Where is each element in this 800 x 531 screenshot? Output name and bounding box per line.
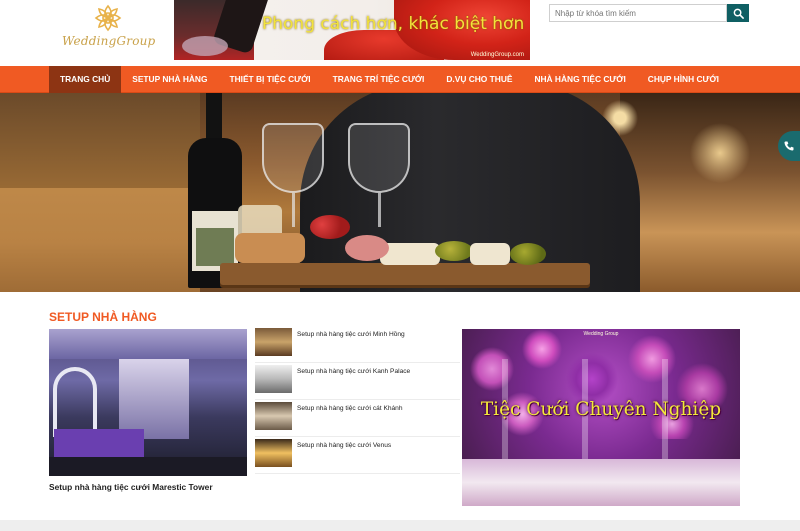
- logo-text: WeddingGroup: [62, 34, 156, 48]
- hero-bread: [235, 233, 305, 263]
- hero-cheese-2: [470, 243, 510, 265]
- search-button[interactable]: [727, 4, 749, 22]
- site-logo[interactable]: WeddingGroup: [62, 2, 156, 60]
- list-item[interactable]: Setup nhà hàng tiệc cưới cát Khánh: [255, 400, 460, 437]
- main-nav: TRANG CHỦ SETUP NHÀ HÀNG THIẾT BỊ TIỆC C…: [0, 66, 800, 93]
- banner-glass-image: [182, 36, 228, 56]
- list-item-thumbnail[interactable]: [255, 402, 292, 430]
- nav-item-trang-chu[interactable]: TRANG CHỦ: [49, 66, 122, 93]
- list-item-title[interactable]: Setup nhà hàng tiệc cưới Minh Hồng: [297, 331, 405, 338]
- list-item[interactable]: Setup nhà hàng tiệc cưới Kanh Palace: [255, 363, 460, 400]
- promo-text: Tiệc Cưới Chuyên Nghiệp: [480, 399, 722, 420]
- hero-cheese: [380, 243, 440, 265]
- hero-olives: [435, 241, 473, 261]
- promo-banner[interactable]: Wedding Group Tiệc Cưới Chuyên Nghiệp: [462, 329, 740, 506]
- search-icon: [733, 8, 744, 19]
- promo-tables: [462, 459, 740, 506]
- list-item-title[interactable]: Setup nhà hàng tiệc cưới Venus: [297, 442, 391, 449]
- list-item-thumbnail[interactable]: [255, 328, 292, 356]
- feature-caption[interactable]: Setup nhà hàng tiệc cưới Marestic Tower: [49, 482, 213, 492]
- list-item-thumbnail[interactable]: [255, 439, 292, 467]
- list-item[interactable]: Setup nhà hàng tiệc cưới Minh Hồng: [255, 326, 460, 363]
- article-list: Setup nhà hàng tiệc cưới Minh Hồng Setup…: [255, 326, 460, 474]
- phone-icon: [784, 141, 794, 151]
- footer-strip: [0, 520, 800, 531]
- site-header: WeddingGroup Phong cách hơn, khác biệt h…: [0, 0, 800, 66]
- list-item-title[interactable]: Setup nhà hàng tiệc cưới Kanh Palace: [297, 368, 410, 375]
- hero-ham: [345, 235, 389, 261]
- hero-peppers: [510, 243, 546, 265]
- list-item-thumbnail[interactable]: [255, 365, 292, 393]
- nav-item-chup-hinh-cuoi[interactable]: CHỤP HÌNH CƯỚI: [637, 66, 730, 93]
- hero-grapes: [310, 215, 350, 239]
- list-item[interactable]: Setup nhà hàng tiệc cưới Venus: [255, 437, 460, 474]
- search-input[interactable]: [549, 4, 727, 22]
- nav-item-nha-hang-tiec-cuoi[interactable]: NHÀ HÀNG TIỆC CƯỚI: [523, 66, 636, 93]
- hero-slider[interactable]: [0, 93, 800, 292]
- header-banner[interactable]: Phong cách hơn, khác biệt hơn ... Weddin…: [174, 0, 530, 60]
- logo-flower-icon: [94, 4, 122, 32]
- search-box: [549, 4, 749, 22]
- hero-wine-glass-right: [348, 103, 410, 233]
- nav-item-setup-nha-hang[interactable]: SETUP NHÀ HÀNG: [121, 66, 218, 93]
- call-button[interactable]: [778, 131, 800, 161]
- hero-wall-lower: [0, 188, 200, 292]
- nav-item-dich-vu-cho-thue[interactable]: D.VỤ CHO THUÊ: [435, 66, 523, 93]
- nav-item-thiet-bi-tiec-cuoi[interactable]: THIẾT BỊ TIỆC CƯỚI: [218, 66, 321, 93]
- nav-item-trang-tri-tiec-cuoi[interactable]: TRANG TRÍ TIỆC CƯỚI: [322, 66, 436, 93]
- banner-slogan: Phong cách hơn, khác biệt hơn ...: [262, 14, 530, 34]
- section-title[interactable]: SETUP NHÀ HÀNG: [49, 310, 157, 324]
- hero-serving-board: [220, 263, 590, 285]
- banner-url: WeddingGroup.com: [470, 52, 524, 58]
- feature-image[interactable]: [49, 329, 247, 476]
- promo-label: Wedding Group: [583, 331, 619, 337]
- list-item-title[interactable]: Setup nhà hàng tiệc cưới cát Khánh: [297, 405, 403, 412]
